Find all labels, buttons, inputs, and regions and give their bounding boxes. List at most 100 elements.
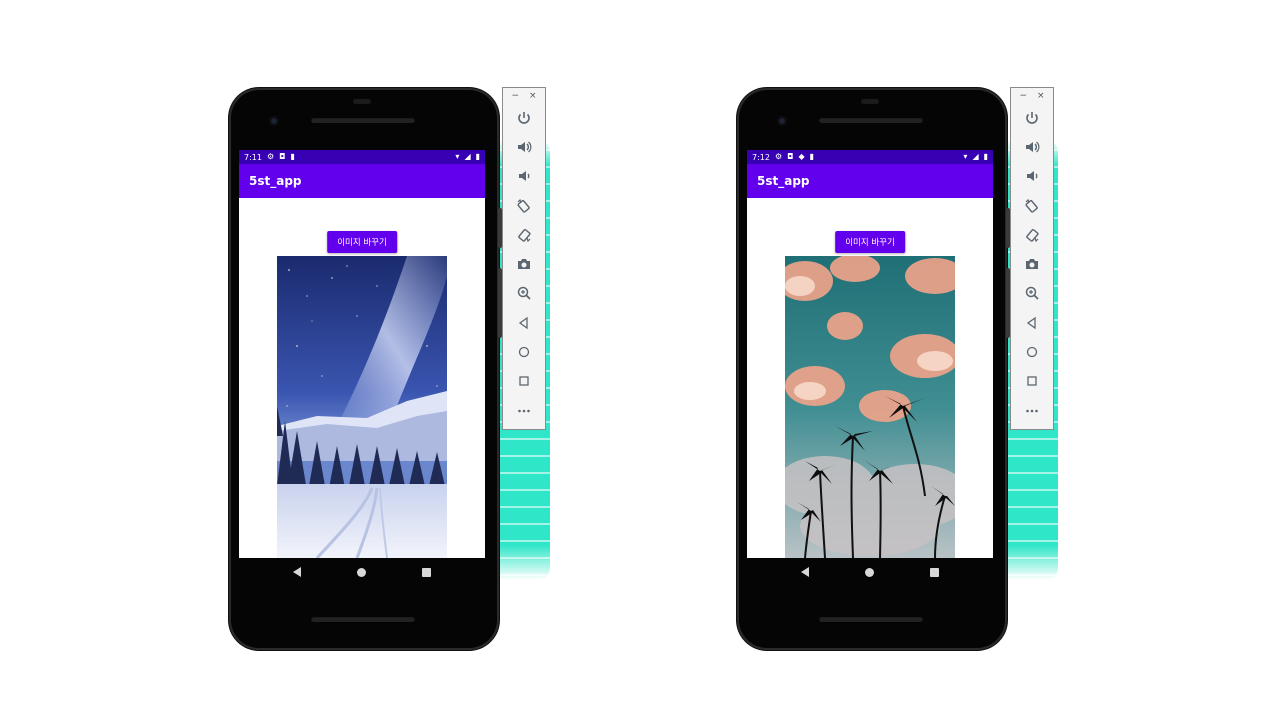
nav-overview-icon[interactable] <box>422 567 431 577</box>
zoom-button[interactable] <box>509 279 539 308</box>
sd-card-status-icon: ▮ <box>809 152 815 161</box>
phone-frame-2: 7:12 ⚙ ◘ ◆ ▮ ▾ ◢ ▮ 5st_app 이미지 바꾸기 <box>737 88 1010 650</box>
rotate-left-icon <box>517 198 530 213</box>
close-button[interactable]: × <box>1037 91 1045 103</box>
sensor <box>353 99 371 104</box>
rotate-right-button[interactable] <box>509 220 539 249</box>
zoom-button[interactable] <box>1017 279 1047 308</box>
bottom-speaker <box>311 616 415 622</box>
rotate-right-icon <box>1026 228 1039 242</box>
battery-icon: ▮ <box>475 152 480 161</box>
back-icon <box>1026 316 1036 329</box>
toolbar-window-controls: − × <box>503 88 545 103</box>
overview-button[interactable] <box>509 367 539 396</box>
front-camera <box>269 116 279 126</box>
settings-status-icon: ⚙ <box>774 152 783 161</box>
more-icon <box>518 409 530 412</box>
battery-icon: ▮ <box>983 152 988 161</box>
volume-down-button[interactable] <box>1017 162 1047 191</box>
bottom-speaker <box>819 616 923 622</box>
palm-trees-clouds-image <box>785 256 955 558</box>
home-icon <box>518 346 530 358</box>
volume-up-button[interactable] <box>509 132 539 161</box>
front-camera <box>777 116 787 126</box>
nav-back-icon[interactable] <box>801 567 809 577</box>
volume-up-icon <box>518 141 532 153</box>
app-title: 5st_app <box>757 174 810 188</box>
change-image-button[interactable]: 이미지 바꾸기 <box>327 231 397 253</box>
earpiece-speaker <box>311 117 415 123</box>
home-button[interactable] <box>509 337 539 366</box>
app-bar: 5st_app <box>239 164 485 198</box>
overview-icon <box>519 376 529 386</box>
rotate-left-button[interactable] <box>1017 191 1047 220</box>
power-icon <box>1026 111 1038 124</box>
overview-button[interactable] <box>1017 367 1047 396</box>
content-area: 이미지 바꾸기 <box>747 198 993 558</box>
navigation-bar <box>747 558 993 586</box>
power-button[interactable] <box>1017 103 1047 132</box>
back-icon <box>518 316 528 329</box>
content-area: 이미지 바꾸기 <box>239 198 485 558</box>
power-button[interactable] <box>509 103 539 132</box>
change-image-button[interactable]: 이미지 바꾸기 <box>835 231 905 253</box>
screenshot-button[interactable] <box>1017 249 1047 278</box>
volume-down-icon <box>519 171 530 182</box>
toolbar-window-controls: − × <box>1011 88 1053 103</box>
device-screen[interactable]: 7:11 ⚙ ◘ ▮ ▾ ◢ ▮ 5st_app 이미지 바꾸기 <box>239 150 485 558</box>
close-button[interactable]: × <box>529 91 537 103</box>
nav-overview-icon[interactable] <box>930 567 939 577</box>
nav-home-icon[interactable] <box>865 567 874 577</box>
minimize-button[interactable]: − <box>1019 91 1027 103</box>
volume-up-button[interactable] <box>1017 132 1047 161</box>
notification-status-icon: ◘ <box>787 152 794 161</box>
rotate-left-button[interactable] <box>509 191 539 220</box>
rotate-left-icon <box>1025 198 1038 213</box>
rotate-right-icon <box>518 228 531 242</box>
status-bar: 7:12 ⚙ ◘ ◆ ▮ ▾ ◢ ▮ <box>747 150 993 164</box>
back-button[interactable] <box>509 308 539 337</box>
status-time: 7:11 <box>244 152 262 162</box>
volume-up-icon <box>1026 141 1040 153</box>
power-icon <box>518 111 530 124</box>
image-view-palm-trees <box>785 256 955 558</box>
app-bar: 5st_app <box>747 164 993 198</box>
status-time: 7:12 <box>752 152 770 162</box>
device-screen[interactable]: 7:12 ⚙ ◘ ◆ ▮ ▾ ◢ ▮ 5st_app 이미지 바꾸기 <box>747 150 993 558</box>
image-view-milky-way <box>277 256 447 558</box>
zoom-icon <box>1025 287 1039 301</box>
nav-home-icon[interactable] <box>357 567 366 577</box>
back-button[interactable] <box>1017 308 1047 337</box>
emulator-toolbar-2: − × <box>1010 87 1054 430</box>
wifi-icon: ▾ <box>963 152 968 161</box>
wifi-icon: ▾ <box>455 152 460 161</box>
notification-status-icon: ◘ <box>279 152 286 161</box>
home-icon <box>1026 346 1038 358</box>
zoom-icon <box>517 287 531 301</box>
more-icon <box>1026 409 1038 412</box>
volume-down-button[interactable] <box>509 162 539 191</box>
overview-icon <box>1027 376 1037 386</box>
volume-down-icon <box>1027 171 1038 182</box>
minimize-button[interactable]: − <box>511 91 519 103</box>
more-button[interactable] <box>509 396 539 425</box>
phone-frame-1: 7:11 ⚙ ◘ ▮ ▾ ◢ ▮ 5st_app 이미지 바꾸기 <box>229 88 502 650</box>
shield-status-icon: ◆ <box>798 152 805 161</box>
nav-back-icon[interactable] <box>293 567 301 577</box>
sensor <box>861 99 879 104</box>
app-title: 5st_app <box>249 174 302 188</box>
milky-way-snow-image <box>277 256 447 558</box>
signal-icon: ◢ <box>464 152 471 161</box>
navigation-bar <box>239 558 485 586</box>
rotate-right-button[interactable] <box>1017 220 1047 249</box>
settings-status-icon: ⚙ <box>266 152 275 161</box>
screenshot-button[interactable] <box>509 249 539 278</box>
home-button[interactable] <box>1017 337 1047 366</box>
sd-card-status-icon: ▮ <box>290 152 295 161</box>
more-button[interactable] <box>1017 396 1047 425</box>
camera-icon <box>518 259 530 270</box>
emulator-toolbar-1: − × <box>502 87 546 430</box>
signal-icon: ◢ <box>972 152 979 161</box>
status-bar: 7:11 ⚙ ◘ ▮ ▾ ◢ ▮ <box>239 150 485 164</box>
camera-icon <box>1026 259 1038 270</box>
